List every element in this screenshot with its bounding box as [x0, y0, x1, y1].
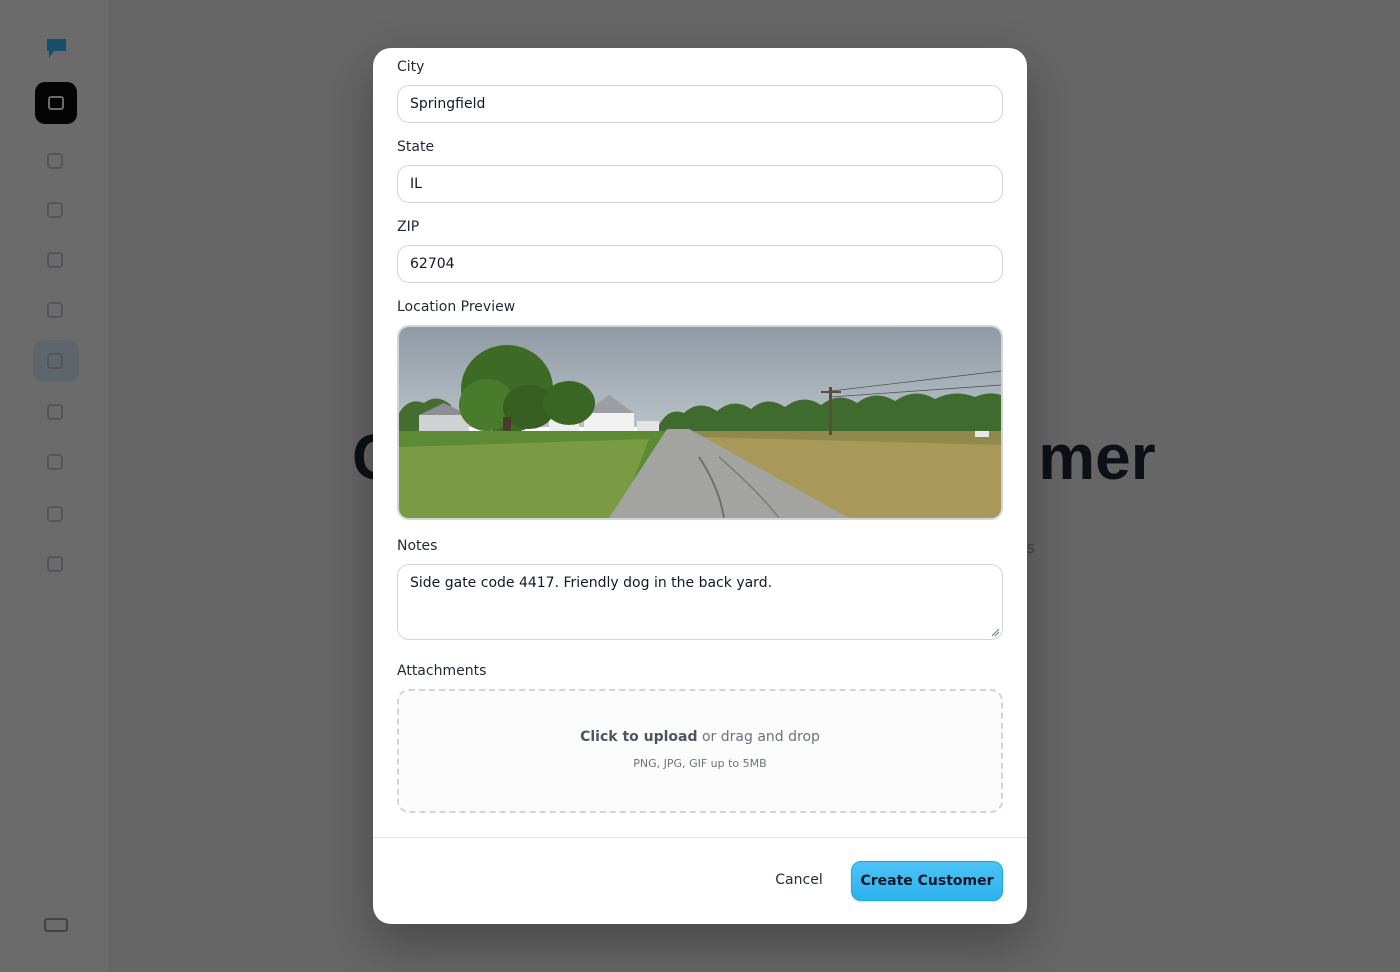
- zip-input[interactable]: [397, 245, 1003, 283]
- upload-instructions: Click to upload or drag and drop: [399, 729, 1001, 745]
- state-input[interactable]: [397, 165, 1003, 203]
- city-input[interactable]: [397, 85, 1003, 123]
- attachments-dropzone[interactable]: Click to upload or drag and drop PNG, JP…: [397, 689, 1003, 813]
- create-customer-modal: City State ZIP Location Preview: [373, 48, 1027, 924]
- modal-footer-divider: [373, 837, 1027, 838]
- city-label: City: [397, 59, 425, 75]
- resize-handle-icon[interactable]: [991, 628, 1000, 637]
- drag-and-drop-text: or drag and drop: [701, 729, 820, 745]
- state-label: State: [397, 139, 435, 155]
- zip-label: ZIP: [397, 219, 420, 235]
- notes-label: Notes: [397, 538, 438, 554]
- notes-textarea[interactable]: Side gate code 4417. Friendly dog in the…: [397, 564, 1003, 640]
- cancel-button[interactable]: Cancel: [763, 861, 835, 899]
- create-customer-button[interactable]: Create Customer: [851, 861, 1003, 901]
- click-to-upload-link[interactable]: Click to upload: [580, 729, 697, 745]
- location-preview-image: [397, 325, 1003, 520]
- location-preview-label: Location Preview: [397, 299, 516, 315]
- upload-file-types-hint: PNG, JPG, GIF up to 5MB: [633, 757, 767, 770]
- attachments-label: Attachments: [397, 663, 487, 679]
